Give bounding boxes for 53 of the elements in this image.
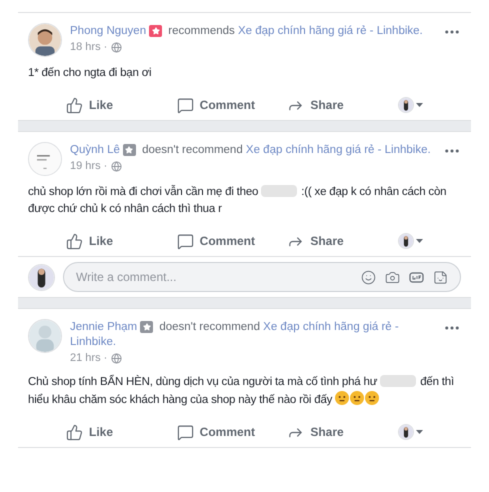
blurred-region (261, 185, 298, 197)
globe-icon (111, 42, 122, 53)
post-header: Jennie Phạm doesn't recommend Xe đạp chính hãng giá rẻ - Linhbike. (70, 320, 400, 350)
like-button[interactable]: Like (66, 232, 177, 250)
post-header: Quỳnh Lê doesn't recommend Xe đạp chính hãng giá rẻ - Linhbike. (70, 143, 432, 158)
review-badge-icon (122, 144, 136, 156)
globe-icon (111, 353, 122, 364)
avatar-icon (398, 233, 414, 249)
comment-button[interactable]: Comment (176, 96, 288, 114)
review-badge-icon (149, 25, 162, 37)
emoji-icon (365, 391, 380, 405)
like-button[interactable]: Like (66, 96, 177, 114)
speech-bubble-icon (176, 96, 194, 114)
post-text: chủ shop lớn rồi mà đi chơi vẫn cần mẹ đi theo :(( xe đạp k có nhân cách còn được chứ chủ k có nhân cách thì thua r (28, 184, 448, 217)
gif-icon[interactable] (409, 270, 424, 284)
blurred-region (380, 375, 416, 387)
post-header: Phong Nguyen recommends Xe đạp chính hãng giá rẻ - Linhbike. (70, 24, 424, 39)
post-time[interactable]: 21 hrs · (70, 351, 108, 366)
comment-field[interactable]: Write a comment... (63, 262, 461, 292)
emoji-icon[interactable] (361, 270, 376, 284)
thumbs-up-icon (66, 424, 83, 440)
post-time[interactable]: 19 hrs · (70, 159, 108, 174)
caret-icon (416, 239, 424, 243)
thumbs-up-icon (66, 232, 83, 250)
share-button[interactable]: Share (287, 96, 398, 114)
share-button[interactable]: Share (287, 232, 398, 250)
reaction-picker[interactable] (398, 233, 424, 249)
sticker-icon[interactable] (433, 270, 448, 284)
avatar-icon (398, 97, 414, 113)
avatar-icon (398, 424, 414, 440)
post-text: Chủ shop tính BẨN HÈN, dùng dịch vụ của người ta mà cố tình phá hư đến thì hiểu khâu chăm sóc khách hàng của shop này thế nào rồi đấy (28, 374, 455, 408)
caret-icon (416, 103, 424, 107)
speech-bubble-icon (176, 232, 194, 250)
camera-icon[interactable] (385, 270, 400, 284)
avatar-icon (28, 264, 55, 290)
emoji-icon (350, 391, 364, 405)
comment-button[interactable]: Comment (176, 232, 288, 250)
speech-bubble-icon (176, 424, 194, 440)
avatar-icon (28, 142, 62, 176)
post-time[interactable]: 18 hrs · (70, 40, 108, 55)
globe-icon (111, 161, 122, 172)
like-button[interactable]: Like (66, 423, 177, 441)
reaction-picker[interactable] (398, 424, 424, 440)
share-button[interactable]: Share (287, 423, 398, 441)
post-text: 1* đến cho ngta đi bạn ơi (28, 66, 152, 81)
comment-button[interactable]: Comment (176, 423, 288, 441)
reaction-picker[interactable] (398, 97, 424, 113)
avatar-icon (28, 23, 62, 57)
review-badge-icon (140, 321, 154, 333)
emoji-icon (335, 391, 350, 405)
caret-icon (416, 430, 424, 434)
avatar-icon (28, 319, 62, 353)
thumbs-up-icon (66, 96, 83, 114)
